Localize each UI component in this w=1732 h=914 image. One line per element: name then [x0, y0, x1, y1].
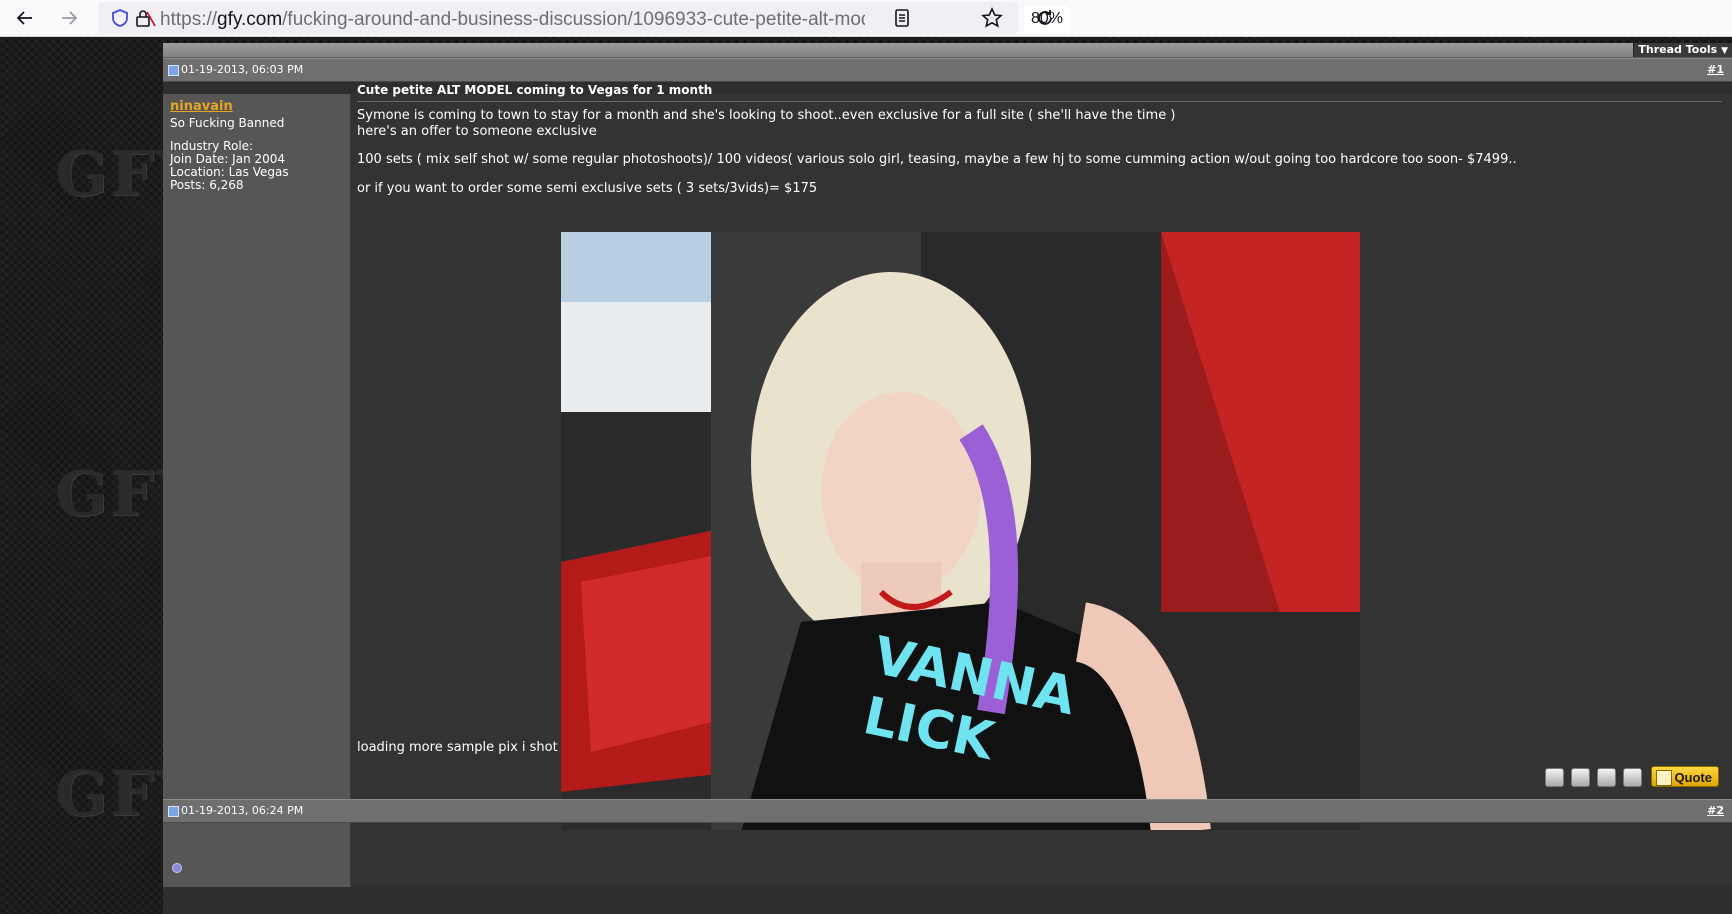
shield-icon[interactable] — [110, 8, 130, 32]
post-photo[interactable]: VANNA LICK — [561, 232, 1360, 830]
url-path: /fucking-around-and-business-discussion/… — [282, 9, 865, 30]
username-link[interactable]: ninavain — [170, 99, 233, 114]
twitter-share-icon[interactable] — [1571, 768, 1590, 787]
reload-button[interactable] — [1028, 0, 1062, 36]
user-title: So Fucking Banned — [170, 116, 285, 130]
forward-arrow-icon — [62, 11, 78, 25]
post-line: 100 sets ( mix self shot w/ some regular… — [357, 152, 1517, 167]
post-header: 01-19-2013, 06:03 PM #1 — [163, 58, 1732, 82]
post-caption: loading more sample pix i shot — [357, 740, 558, 755]
user-details: Industry Role: Join Date: Jan 2004 Locat… — [170, 140, 289, 192]
back-button[interactable] — [8, 0, 42, 36]
post-header: 01-19-2013, 06:24 PM #2 — [163, 799, 1732, 823]
digg-share-icon[interactable] — [1597, 768, 1616, 787]
lock-insecure-icon[interactable] — [134, 8, 156, 32]
facebook-share-icon[interactable] — [1623, 768, 1642, 787]
thread-tools-bar: Thread Tools ▼ — [163, 43, 1732, 58]
online-status-icon — [172, 863, 182, 873]
reader-view-icon[interactable] — [892, 8, 912, 32]
post-number-link[interactable]: #2 — [1707, 800, 1724, 822]
post-status-icon — [168, 65, 179, 76]
back-arrow-icon — [16, 11, 32, 25]
post-status-icon — [168, 806, 179, 817]
post-date: 01-19-2013, 06:24 PM — [181, 804, 304, 817]
title-divider — [357, 101, 1722, 102]
url-prefix: https:// — [160, 9, 218, 30]
post-line: here's an offer to someone exclusive — [357, 124, 597, 139]
post-number-link[interactable]: #1 — [1707, 59, 1724, 81]
thread-tools-button[interactable]: Thread Tools ▼ — [1633, 43, 1732, 57]
quote-button[interactable]: Quote — [1651, 766, 1719, 787]
reload-icon — [1038, 10, 1052, 25]
post-line: Symone is coming to town to stay for a m… — [357, 108, 1176, 123]
quote-label: Quote — [1674, 770, 1712, 785]
email-share-icon[interactable] — [1545, 768, 1564, 787]
url-text[interactable]: https://gfy.com/fucking-around-and-busin… — [160, 9, 865, 31]
photo-image: VANNA LICK — [561, 232, 1360, 830]
url-domain: gfy.com — [217, 9, 283, 30]
post-date: 01-19-2013, 06:03 PM — [181, 63, 304, 76]
user-info-panel: ninavain So Fucking Banned Industry Role… — [163, 94, 351, 887]
forward-button[interactable] — [52, 0, 86, 36]
quote-icon — [1656, 770, 1672, 786]
bookmark-star-icon[interactable] — [981, 7, 1003, 33]
post-count: Posts: 6,268 — [170, 178, 244, 192]
post-title: Cute petite ALT MODEL coming to Vegas fo… — [357, 83, 713, 97]
url-bar[interactable]: https://gfy.com/fucking-around-and-busin… — [98, 2, 1070, 34]
thread-tools-label: Thread Tools — [1638, 43, 1718, 56]
post-line: or if you want to order some semi exclus… — [357, 181, 818, 196]
page-background: GFY GFY GFY Thread Tools ▼ 01-19-2013, 0… — [0, 37, 1732, 914]
browser-toolbar: https://gfy.com/fucking-around-and-busin… — [0, 0, 1732, 37]
dropdown-arrow-icon: ▼ — [1721, 46, 1728, 56]
